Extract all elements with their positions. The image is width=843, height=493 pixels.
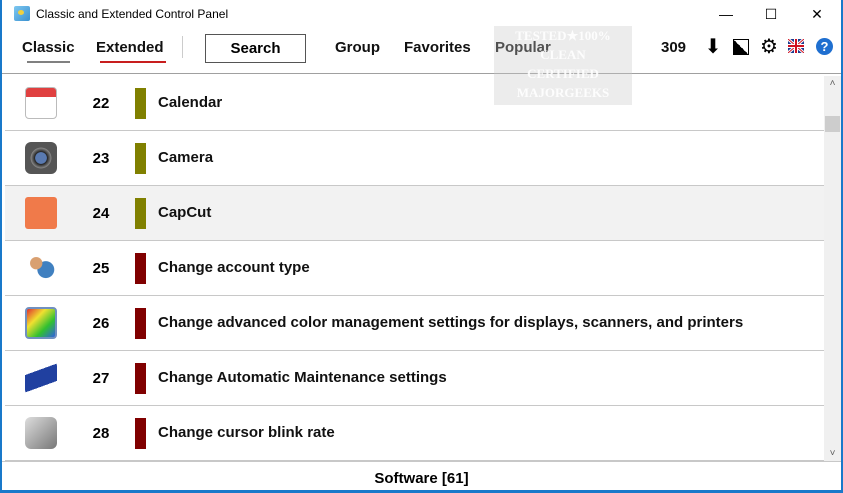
list-item[interactable]: 24 CapCut <box>5 186 824 241</box>
category-color-bar <box>135 418 146 449</box>
favorites-button[interactable]: Favorites <box>404 39 471 56</box>
help-icon[interactable]: ? <box>816 38 833 55</box>
window-title: Classic and Extended Control Panel <box>36 7 229 21</box>
item-name: Change cursor blink rate <box>158 424 335 441</box>
close-button[interactable]: ✕ <box>794 0 840 28</box>
category-color-bar <box>135 308 146 339</box>
category-color-bar <box>135 143 146 174</box>
title-bar: Classic and Extended Control Panel — ☐ ✕ <box>2 0 841 28</box>
divider <box>182 36 183 58</box>
gear-icon[interactable]: ⚙ <box>760 37 778 57</box>
uk-flag-icon[interactable] <box>788 39 804 53</box>
item-number: 28 <box>92 425 110 442</box>
item-number: 26 <box>92 315 110 332</box>
tab-extended[interactable]: Extended <box>96 39 164 56</box>
color-management-icon <box>25 307 57 339</box>
maximize-button[interactable]: ☐ <box>748 0 794 28</box>
scroll-down-arrow[interactable]: ˅ <box>824 448 841 459</box>
scrollbar-thumb[interactable] <box>825 116 840 132</box>
item-name: Change account type <box>158 259 310 276</box>
item-name: Camera <box>158 149 214 166</box>
search-button[interactable]: Search <box>205 34 306 63</box>
users-icon <box>25 252 57 284</box>
item-number: 25 <box>92 260 110 277</box>
item-name: Change Automatic Maintenance settings <box>158 369 447 386</box>
list-item[interactable]: 25 Change account type <box>5 241 824 296</box>
category-color-bar <box>135 363 146 394</box>
app-icon <box>14 6 30 21</box>
item-name: Calendar <box>158 94 223 111</box>
list-item[interactable]: 26 Change advanced color management sett… <box>5 296 824 351</box>
vertical-scrollbar[interactable]: ˄ ˅ <box>824 76 841 461</box>
keyboard-icon <box>25 417 57 449</box>
item-list: 22 Calendar 23 Camera 24 CapCut 25 Chang… <box>5 76 824 461</box>
minimize-button[interactable]: — <box>703 0 749 28</box>
status-footer: Software [61] <box>2 461 841 490</box>
flag-icon <box>25 362 57 394</box>
download-icon[interactable]: ⬇ <box>704 37 722 57</box>
scroll-up-arrow[interactable]: ˄ <box>824 78 841 89</box>
extended-underline <box>100 61 166 63</box>
item-number: 22 <box>92 95 110 112</box>
popular-button[interactable]: Popular <box>495 39 551 56</box>
monitor-icon <box>25 197 57 229</box>
item-name: CapCut <box>158 204 212 221</box>
camera-icon <box>25 142 57 174</box>
item-name: Change advanced color management setting… <box>158 314 744 331</box>
calendar-icon <box>25 87 57 119</box>
category-color-bar <box>135 88 146 119</box>
list-item[interactable]: 28 Change cursor blink rate <box>5 406 824 461</box>
tab-classic[interactable]: Classic <box>22 39 75 56</box>
item-number: 23 <box>92 150 110 167</box>
category-color-bar <box>135 198 146 229</box>
category-color-bar <box>135 253 146 284</box>
app-window: Classic and Extended Control Panel — ☐ ✕… <box>2 0 841 490</box>
classic-underline <box>27 61 70 63</box>
toolbar: Classic Extended Search Group Favorites … <box>2 28 841 74</box>
list-item[interactable]: 23 Camera <box>5 131 824 186</box>
item-number: 24 <box>92 205 110 222</box>
item-number: 27 <box>92 370 110 387</box>
contrast-icon[interactable] <box>733 39 749 55</box>
list-item[interactable]: 22 Calendar <box>5 76 824 131</box>
item-count: 309 <box>661 39 687 56</box>
list-item[interactable]: 27 Change Automatic Maintenance settings <box>5 351 824 406</box>
group-button[interactable]: Group <box>335 39 380 56</box>
